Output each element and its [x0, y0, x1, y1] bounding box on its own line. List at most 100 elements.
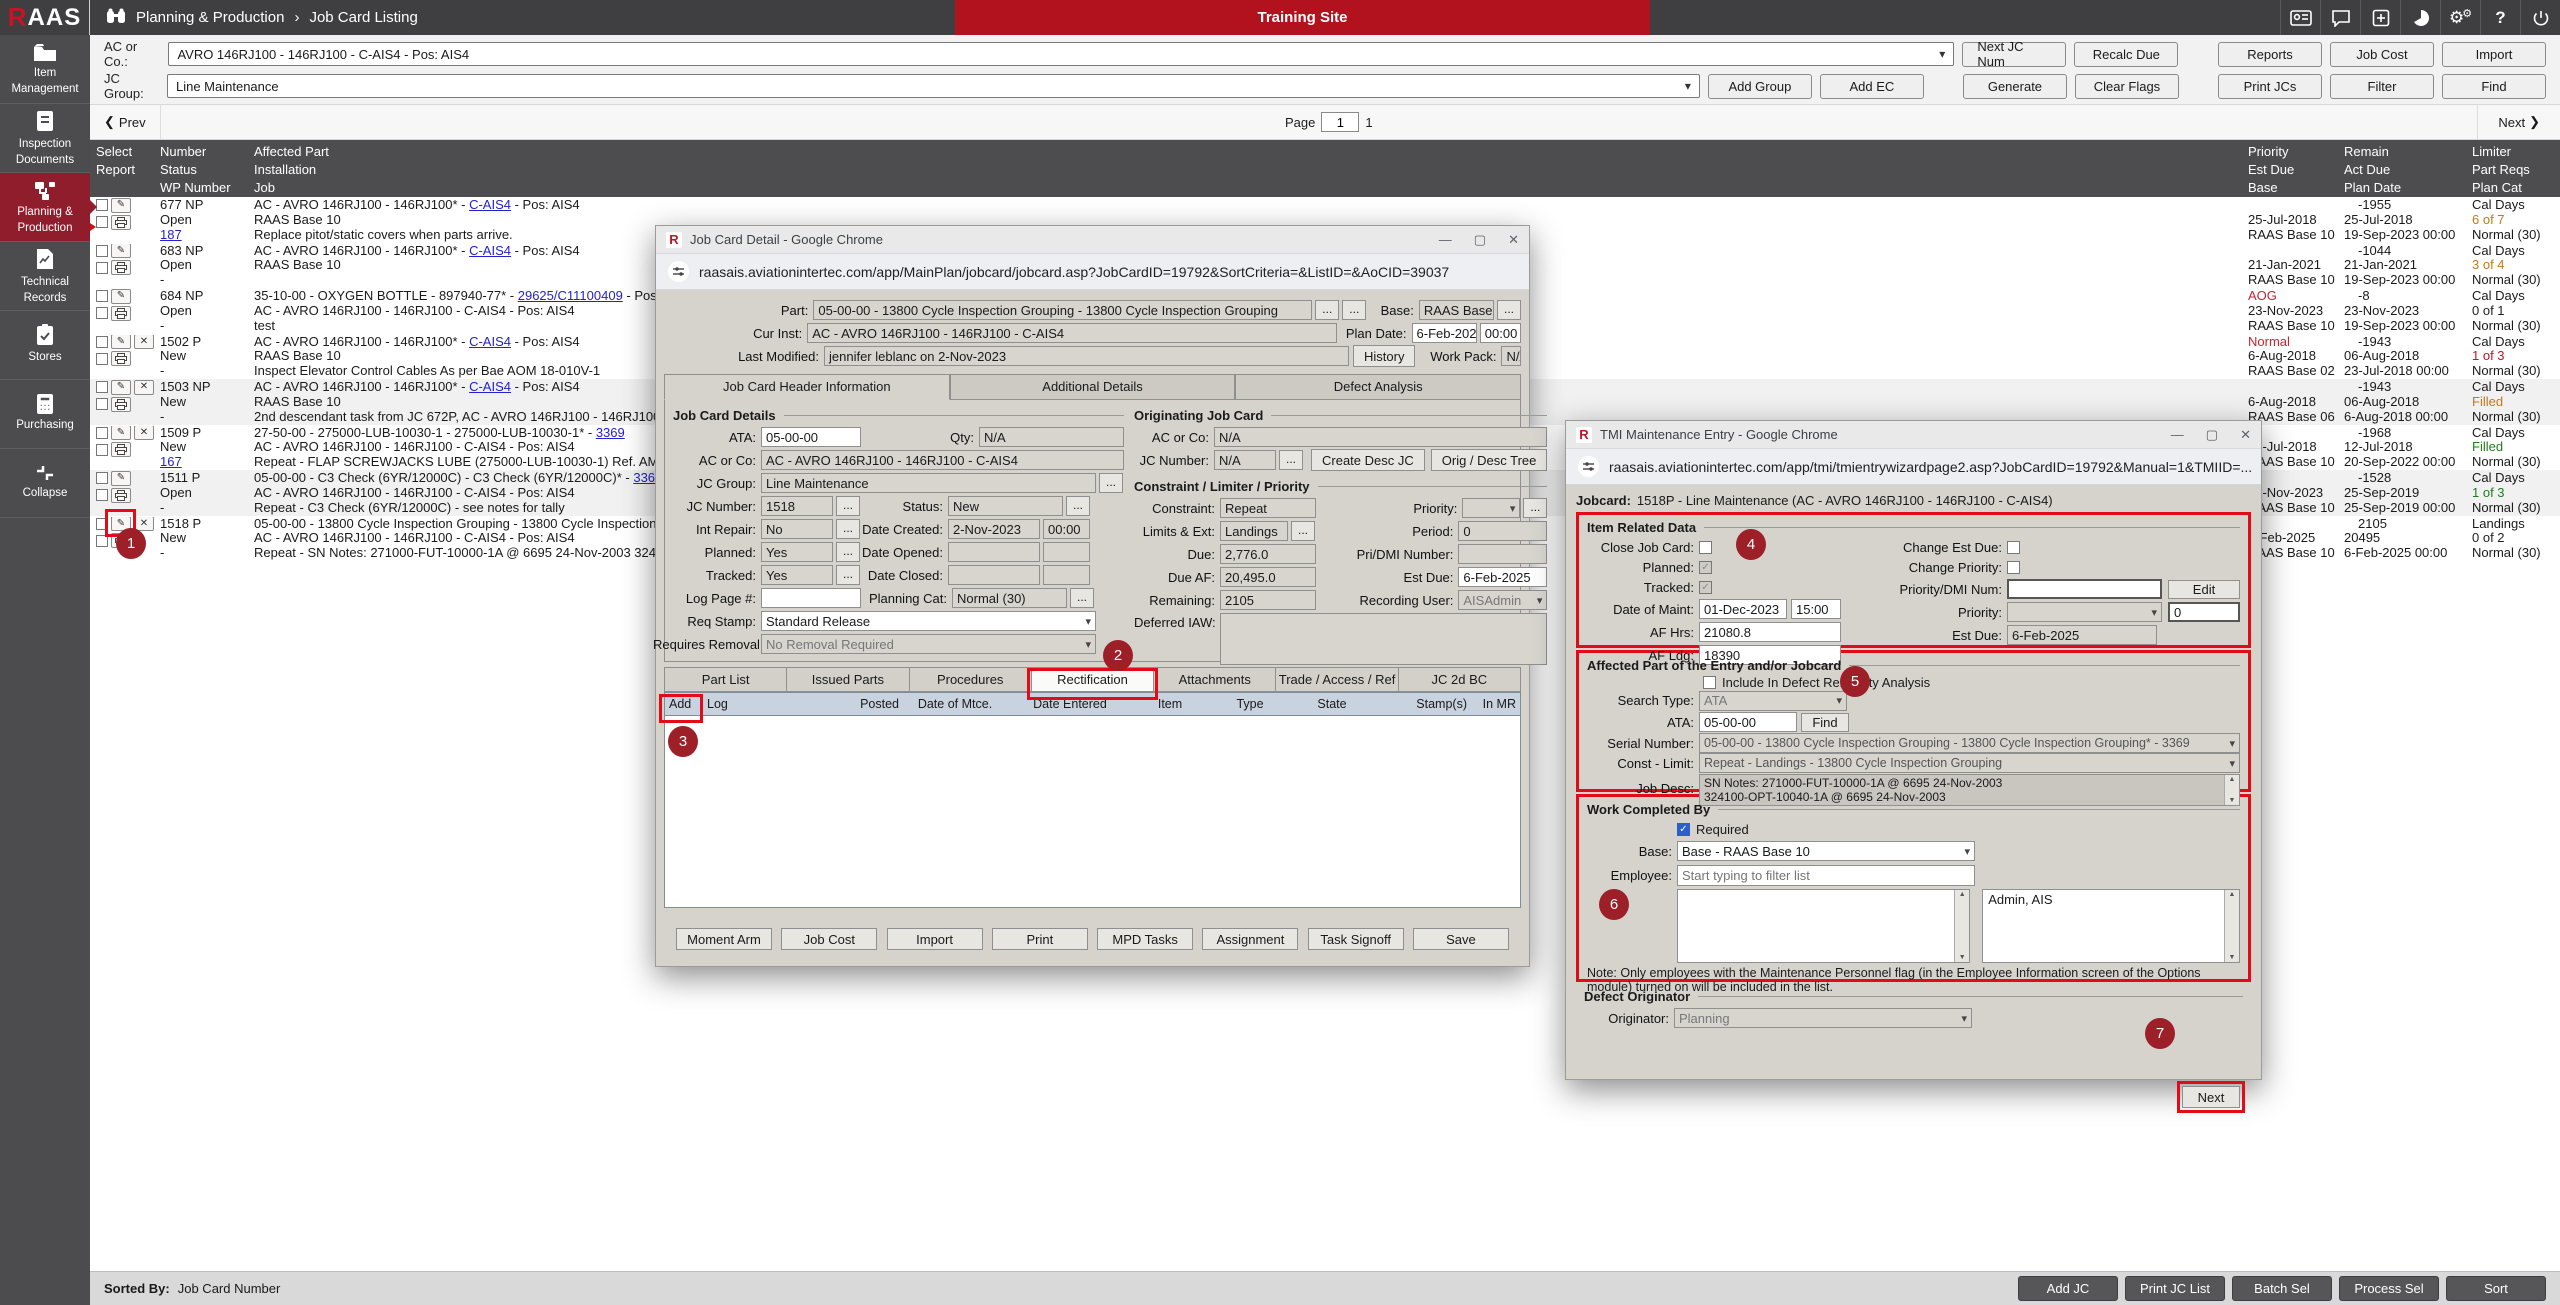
url-bar[interactable]: raasais.aviationintertec.com/app/MainPla…: [656, 254, 1529, 290]
subtab-attachments[interactable]: Attachments: [1154, 667, 1276, 692]
sidebar-item-stores[interactable]: Stores: [0, 311, 90, 380]
edit-pencil-icon[interactable]: ✎: [111, 244, 131, 259]
filter-button[interactable]: Filter: [2330, 74, 2434, 99]
print-jc-list-button[interactable]: Print JC List: [2125, 1276, 2225, 1301]
maint-time-field[interactable]: 15:00: [1791, 599, 1841, 619]
sidebar-item-technical-records[interactable]: TechnicalRecords: [0, 242, 90, 311]
sidebar-item-planning-production[interactable]: Planning &Production: [0, 173, 90, 242]
site-settings-icon[interactable]: [1578, 456, 1599, 477]
process-sel-button[interactable]: Process Sel: [2339, 1276, 2439, 1301]
wp-number-link[interactable]: 187: [160, 228, 182, 242]
add-ec-button[interactable]: Add EC: [1820, 74, 1924, 99]
history-button[interactable]: History: [1353, 345, 1415, 367]
print-icon[interactable]: [111, 215, 131, 230]
print-icon[interactable]: [111, 533, 131, 548]
find-button[interactable]: Find: [1801, 713, 1849, 732]
subtab-part-list[interactable]: Part List: [664, 667, 787, 692]
clear-flags-button[interactable]: Clear Flags: [2075, 74, 2179, 99]
power-icon[interactable]: [2520, 0, 2560, 35]
job-cost-button[interactable]: Job Cost: [2330, 42, 2434, 67]
part-link[interactable]: 29625/C11100409: [518, 289, 623, 303]
report-checkbox[interactable]: [96, 216, 108, 228]
select-checkbox[interactable]: [96, 336, 108, 348]
subtab-jc-2d-bc[interactable]: JC 2d BC: [1399, 667, 1521, 692]
edit-pencil-icon[interactable]: ✎: [111, 289, 131, 304]
cancel-x-icon[interactable]: ✕: [134, 380, 154, 395]
tab-job-card-header[interactable]: Job Card Header Information: [664, 374, 950, 400]
date-of-maint-field[interactable]: 01-Dec-2023: [1699, 599, 1787, 619]
orig-jc-lookup-button[interactable]: ...: [1279, 450, 1303, 470]
subtab-procedures[interactable]: Procedures: [910, 667, 1032, 692]
minimize-icon[interactable]: —: [1439, 232, 1452, 248]
close-icon[interactable]: ✕: [1508, 232, 1519, 248]
req-stamp-select[interactable]: Standard Release▾: [761, 611, 1096, 631]
edit-pencil-icon[interactable]: ✎: [111, 198, 131, 213]
base-lookup-button[interactable]: ...: [1497, 300, 1521, 320]
select-checkbox[interactable]: [96, 381, 108, 393]
reports-button[interactable]: Reports: [2218, 42, 2322, 67]
planned-lookup-button[interactable]: ...: [836, 542, 860, 562]
find-button[interactable]: Find: [2442, 74, 2546, 99]
minimize-icon[interactable]: —: [2171, 427, 2184, 443]
priority-dmi-num-field[interactable]: [2007, 579, 2162, 599]
jc-group-select[interactable]: Line Maintenance▾: [167, 74, 1700, 98]
cancel-x-icon[interactable]: ✕: [134, 517, 154, 532]
report-checkbox[interactable]: [96, 307, 108, 319]
generate-button[interactable]: Generate: [1963, 74, 2067, 99]
prev-button[interactable]: ❮Prev: [90, 105, 161, 139]
sidebar-item-collapse[interactable]: Collapse: [0, 449, 90, 518]
subtab-issued-parts[interactable]: Issued Parts: [787, 667, 909, 692]
selected-employee[interactable]: Admin, AIS: [1983, 890, 2224, 962]
log-page-field[interactable]: [761, 588, 861, 608]
job-desc-scrollbar[interactable]: ▲▼: [2224, 775, 2239, 805]
sidebar-item-item-management[interactable]: ItemManagement: [0, 35, 90, 104]
required-checkbox[interactable]: ✓: [1677, 823, 1690, 836]
rectification-grid-body[interactable]: [664, 716, 1521, 908]
jc-group-lookup-button[interactable]: ...: [1099, 473, 1123, 493]
add-button[interactable]: Add: [669, 697, 707, 711]
planning-cat-lookup-button[interactable]: ...: [1070, 588, 1094, 608]
cancel-x-icon[interactable]: ✕: [134, 335, 154, 350]
part-link[interactable]: C-AIS4: [469, 380, 511, 394]
edit-pencil-icon[interactable]: ✎: [111, 335, 131, 350]
ac-or-co-select[interactable]: AVRO 146RJ100 - 146RJ100 - C-AIS4 - Pos:…: [168, 42, 1954, 66]
est-due-field[interactable]: 6-Feb-2025: [1458, 567, 1547, 587]
tab-additional-details[interactable]: Additional Details: [950, 374, 1236, 400]
breadcrumb-section[interactable]: Planning & Production: [136, 9, 284, 26]
moment-arm-button[interactable]: Moment Arm: [676, 928, 772, 950]
import-button[interactable]: Import: [2442, 42, 2546, 67]
part-lookup2-button[interactable]: ...: [1342, 300, 1366, 320]
limits-lookup-button[interactable]: ...: [1291, 521, 1315, 541]
batch-sel-button[interactable]: Batch Sel: [2232, 1276, 2332, 1301]
next-jc-num-button[interactable]: Next JC Num: [1962, 42, 2066, 67]
add-group-button[interactable]: Add Group: [1708, 74, 1812, 99]
select-checkbox[interactable]: [96, 518, 108, 530]
print-icon[interactable]: [111, 306, 131, 321]
report-checkbox[interactable]: [96, 262, 108, 274]
print-button[interactable]: Print: [992, 928, 1088, 950]
sort-button[interactable]: Sort: [2446, 1276, 2546, 1301]
subtab-trade-access-ref[interactable]: Trade / Access / Ref: [1276, 667, 1398, 692]
print-icon[interactable]: [111, 442, 131, 457]
window-title-bar[interactable]: R Job Card Detail - Google Chrome —▢✕: [656, 226, 1529, 254]
employee-available-list[interactable]: ▲▼: [1677, 889, 1970, 963]
change-priority-checkbox[interactable]: [2007, 561, 2020, 574]
import-button[interactable]: Import: [887, 928, 983, 950]
select-checkbox[interactable]: [96, 472, 108, 484]
report-checkbox[interactable]: [96, 398, 108, 410]
close-icon[interactable]: ✕: [2240, 427, 2251, 443]
add-window-icon[interactable]: [2360, 0, 2400, 35]
orig-desc-tree-button[interactable]: Orig / Desc Tree: [1431, 449, 1548, 471]
part-link[interactable]: C-AIS4: [469, 244, 511, 258]
pie-chart-icon[interactable]: [2400, 0, 2440, 35]
edit-pencil-icon[interactable]: ✎: [111, 380, 131, 395]
employee-selected-list[interactable]: Admin, AIS▲▼: [1982, 889, 2240, 963]
edit-button[interactable]: Edit: [2168, 580, 2240, 599]
part-lookup-button[interactable]: ...: [1315, 300, 1339, 320]
jc-number-lookup-button[interactable]: ...: [836, 496, 860, 516]
print-jcs-button[interactable]: Print JCs: [2218, 74, 2322, 99]
select-checkbox[interactable]: [96, 290, 108, 302]
employee-filter-input[interactable]: [1677, 865, 1975, 886]
assignment-button[interactable]: Assignment: [1202, 928, 1298, 950]
page-input[interactable]: [1321, 112, 1359, 132]
